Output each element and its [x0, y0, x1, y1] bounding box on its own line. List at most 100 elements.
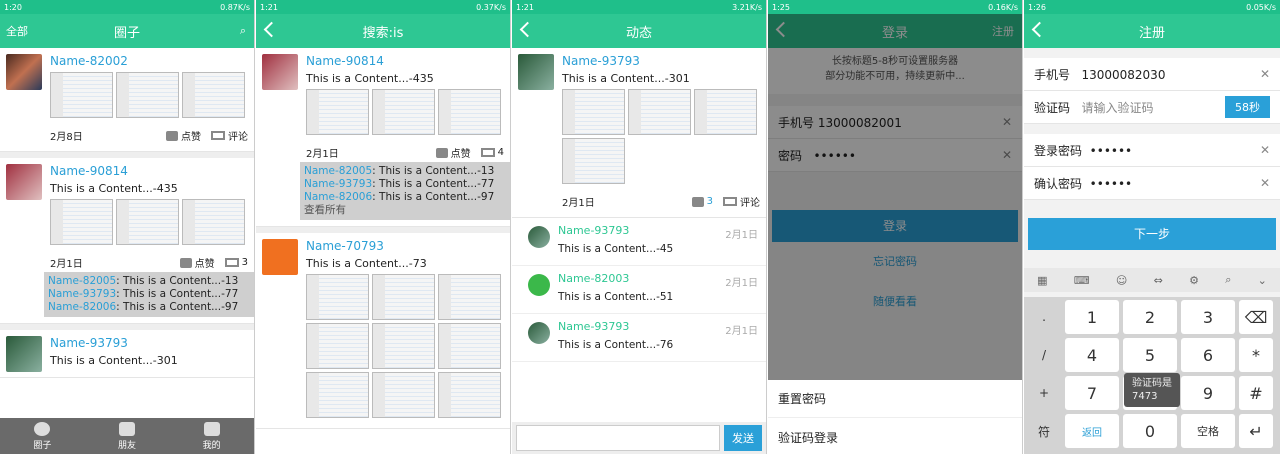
sms-login-option[interactable]: 验证码登录 [768, 418, 1022, 454]
post-image[interactable] [694, 89, 757, 135]
code-field[interactable]: 验证码 请输入验证码 58秒 [1024, 91, 1280, 124]
key-6[interactable]: 6 [1181, 338, 1235, 372]
send-button[interactable]: 发送 [724, 425, 762, 451]
comment-author[interactable]: Name-93793 [304, 178, 372, 190]
clear-icon[interactable]: ✕ [1260, 67, 1270, 81]
key-space[interactable]: 空格 [1181, 414, 1235, 448]
view-all-comments-link[interactable]: 查看所有 [304, 204, 506, 217]
comment-row[interactable]: Name-93793 2月1日 This is a Content...-45 [512, 218, 766, 266]
key-0[interactable]: 0 [1123, 414, 1177, 448]
key-dot[interactable]: . [1027, 300, 1061, 334]
key-star[interactable]: * [1239, 338, 1273, 372]
comment-author[interactable]: Name-82006 [48, 301, 116, 313]
key-9[interactable]: 9 [1181, 376, 1235, 410]
post-image[interactable] [50, 72, 113, 118]
emoji-icon[interactable]: ☺ [1116, 274, 1127, 287]
post-image[interactable] [628, 89, 691, 135]
avatar[interactable] [262, 239, 298, 275]
tab-me[interactable]: 我的 [203, 421, 221, 451]
post-image[interactable] [372, 89, 435, 135]
comment-author[interactable]: Name-82006 [304, 191, 372, 203]
resend-code-button[interactable]: 58秒 [1225, 96, 1270, 118]
post-item[interactable]: Name-93793 This is a Content...-301 [0, 324, 254, 378]
comment-author[interactable]: Name-82005 [48, 275, 116, 287]
cursor-icon[interactable]: ⇔ [1154, 274, 1163, 287]
post-image[interactable] [116, 199, 179, 245]
post-image[interactable] [438, 372, 501, 418]
post-item[interactable]: Name-70793 This is a Content...-73 [256, 227, 510, 429]
key-2[interactable]: 2 [1123, 300, 1177, 334]
comment-row[interactable]: Name-93793 2月1日 This is a Content...-76 [512, 314, 766, 362]
post-image[interactable] [306, 274, 369, 320]
clear-icon[interactable]: ✕ [1260, 176, 1270, 190]
comment-button[interactable]: 3 [224, 257, 248, 268]
post-author[interactable]: Name-90814 [306, 54, 504, 68]
like-button[interactable]: 点赞 [179, 255, 215, 270]
tab-friends[interactable]: 朋友 [118, 421, 136, 451]
comment-input[interactable] [516, 425, 720, 451]
back-arrow-icon[interactable] [519, 21, 536, 38]
hide-keyboard-icon[interactable]: ⌄ [1258, 274, 1267, 287]
search-icon[interactable]: ⌕ [1225, 273, 1231, 287]
avatar[interactable] [262, 54, 298, 90]
back-arrow-icon[interactable] [263, 21, 280, 38]
all-filter-button[interactable]: 全部 [6, 23, 28, 39]
like-button[interactable]: 点赞 [435, 145, 471, 160]
post-image[interactable] [372, 274, 435, 320]
post-image[interactable] [116, 72, 179, 118]
avatar[interactable] [528, 226, 550, 248]
comment-button[interactable]: 4 [480, 147, 504, 158]
key-slash[interactable]: / [1027, 338, 1061, 372]
post-item[interactable]: Name-82002 2月8日 点赞 评论 [0, 48, 254, 152]
like-button[interactable]: 3 [691, 196, 713, 207]
post-image[interactable] [438, 89, 501, 135]
post-image[interactable] [306, 372, 369, 418]
key-symbols[interactable]: 符 [1027, 414, 1061, 448]
reset-password-option[interactable]: 重置密码 [768, 380, 1022, 418]
key-3[interactable]: 3 [1181, 300, 1235, 334]
post-image[interactable] [306, 323, 369, 369]
post-image[interactable] [438, 323, 501, 369]
comment-button[interactable]: 评论 [723, 194, 760, 209]
post-image[interactable] [372, 372, 435, 418]
post-author[interactable]: Name-93793 [562, 54, 760, 68]
key-plus[interactable]: + [1027, 376, 1061, 410]
comment-author[interactable]: Name-93793 [48, 288, 116, 300]
post-image[interactable] [562, 138, 625, 184]
back-arrow-icon[interactable] [1031, 21, 1048, 38]
key-1[interactable]: 1 [1065, 300, 1119, 334]
avatar[interactable] [528, 322, 550, 344]
comment-author[interactable]: Name-82005 [304, 165, 372, 177]
phone-field[interactable]: 手机号 13000082030 ✕ [1024, 58, 1280, 91]
settings-icon[interactable]: ⚙ [1189, 274, 1199, 287]
avatar[interactable] [6, 54, 42, 90]
key-7[interactable]: 7 [1065, 376, 1119, 410]
avatar[interactable] [6, 164, 42, 200]
post-image[interactable] [438, 274, 501, 320]
post-image[interactable] [182, 199, 245, 245]
avatar[interactable] [518, 54, 554, 90]
key-return[interactable]: 返回 [1065, 414, 1119, 448]
avatar[interactable] [528, 274, 550, 296]
search-icon[interactable]: ⌕ [240, 24, 246, 38]
comment-row[interactable]: Name-82003 2月1日 This is a Content...-51 [512, 266, 766, 314]
post-item[interactable]: Name-90814 This is a Content...-435 2月1日… [256, 48, 510, 227]
post-author[interactable]: Name-82002 [50, 54, 248, 68]
enter-key[interactable]: ↵ [1239, 414, 1273, 448]
keypad-icon[interactable]: ⌨ [1074, 274, 1090, 287]
next-step-button[interactable]: 下一步 [1028, 218, 1276, 250]
post-author[interactable]: Name-90814 [50, 164, 248, 178]
key-5[interactable]: 5 [1123, 338, 1177, 372]
post-image[interactable] [562, 89, 625, 135]
comment-button[interactable]: 评论 [211, 128, 248, 143]
key-hash[interactable]: # [1239, 376, 1273, 410]
avatar[interactable] [6, 336, 42, 372]
post-image[interactable] [182, 72, 245, 118]
post-image[interactable] [306, 89, 369, 135]
backspace-key[interactable]: ⌫ [1239, 300, 1273, 334]
post-image[interactable] [50, 199, 113, 245]
key-4[interactable]: 4 [1065, 338, 1119, 372]
post-item[interactable]: Name-90814 This is a Content...-435 2月1日… [0, 152, 254, 324]
password-field[interactable]: 登录密码 •••••• ✕ [1024, 134, 1280, 167]
post-author[interactable]: Name-93793 [50, 336, 248, 350]
